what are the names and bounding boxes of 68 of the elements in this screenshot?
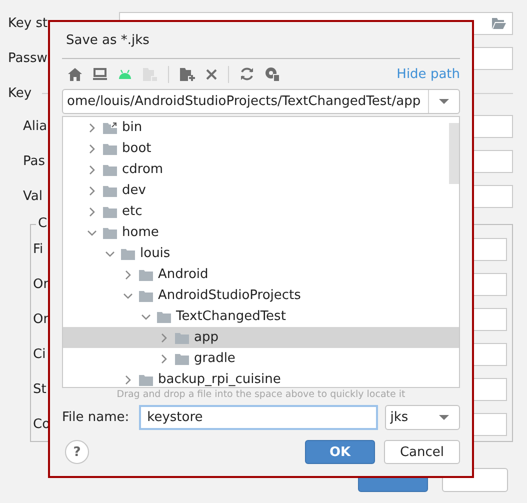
- chevron-down-icon[interactable]: [123, 290, 133, 300]
- field-label: Or: [33, 312, 49, 327]
- folder-icon: [139, 268, 153, 280]
- folder-icon: [103, 184, 117, 196]
- home-icon[interactable]: [68, 68, 82, 80]
- folder-icon: [139, 374, 153, 386]
- help-button[interactable]: ?: [65, 440, 89, 464]
- chevron-right-icon[interactable]: [87, 122, 97, 132]
- field-label: Fi: [33, 242, 44, 257]
- folder-icon[interactable]: [492, 18, 506, 29]
- folder-icon: [103, 142, 117, 154]
- folder-icon: [157, 310, 171, 322]
- field-label: Or: [33, 277, 49, 292]
- file-name-field[interactable]: keystore: [139, 405, 378, 430]
- folder-icon: [103, 164, 117, 176]
- path-combo[interactable]: ome/louis/AndroidStudioProjects/TextChangedTest/app: [62, 89, 460, 114]
- file-type-combo[interactable]: jks: [385, 405, 460, 430]
- tree-item[interactable]: louis: [63, 243, 459, 264]
- field-label: Ci: [33, 347, 46, 362]
- field-label: Pas: [23, 154, 45, 169]
- tree-item[interactable]: backup_rpi_cuisine: [63, 369, 459, 387]
- field-label: Val: [23, 189, 42, 204]
- monitor-icon[interactable]: [93, 68, 107, 80]
- tree-item[interactable]: gradle: [63, 348, 459, 369]
- folder-icon: [175, 352, 189, 364]
- chevron-right-icon[interactable]: [159, 332, 169, 342]
- tree-item[interactable]: app: [63, 327, 459, 348]
- chevron-right-icon[interactable]: [87, 164, 97, 174]
- folder-icon: [103, 206, 117, 218]
- tree-item[interactable]: AndroidStudioProjects: [63, 285, 459, 306]
- hint-text: Drag and drop a file into the space above to quickly locate it: [116, 389, 406, 400]
- ok-button[interactable]: OK: [305, 440, 375, 464]
- chevron-right-icon[interactable]: [123, 270, 133, 280]
- dialog-title: Save as *.jks: [66, 32, 150, 48]
- tree-item[interactable]: dev: [63, 180, 459, 201]
- folder-link-icon: [103, 122, 117, 134]
- dropdown-caret-icon: [439, 415, 449, 420]
- tree-item[interactable]: bin: [63, 117, 459, 138]
- scrollbar-thumb[interactable]: [449, 123, 459, 184]
- chevron-right-icon[interactable]: [123, 374, 133, 384]
- chevron-right-icon[interactable]: [87, 186, 97, 196]
- tree-item[interactable]: Android: [63, 264, 459, 285]
- cancel-button[interactable]: Cancel: [384, 440, 460, 464]
- chevron-down-icon[interactable]: [141, 312, 151, 322]
- tree-item[interactable]: home: [63, 222, 459, 243]
- section-label: Key: [8, 86, 32, 101]
- tree-item[interactable]: etc: [63, 201, 459, 222]
- new-folder-icon[interactable]: [180, 68, 195, 80]
- delete-icon[interactable]: [206, 68, 217, 80]
- tree-item[interactable]: TextChangedTest: [63, 306, 459, 327]
- refresh-icon[interactable]: [240, 67, 254, 81]
- chevron-down-icon[interactable]: [105, 248, 115, 258]
- eye-file-icon[interactable]: [265, 67, 280, 81]
- field-label: Passw: [8, 51, 48, 66]
- chevron-right-icon[interactable]: [87, 144, 97, 154]
- tree-item[interactable]: cdrom: [63, 159, 459, 180]
- folder-icon: [139, 290, 153, 302]
- chevron-down-icon[interactable]: [87, 228, 97, 238]
- tree-item[interactable]: boot: [63, 138, 459, 159]
- dropdown-caret-icon: [439, 99, 449, 104]
- folder-icon: [121, 248, 135, 260]
- field-label: Key st: [8, 16, 48, 31]
- chevron-right-icon[interactable]: [87, 206, 97, 216]
- folder-icon: [103, 226, 117, 238]
- chevron-right-icon[interactable]: [159, 354, 169, 364]
- field-label: Alia: [23, 119, 48, 134]
- field-label: St: [33, 382, 46, 397]
- file-name-label: File name:: [62, 410, 130, 425]
